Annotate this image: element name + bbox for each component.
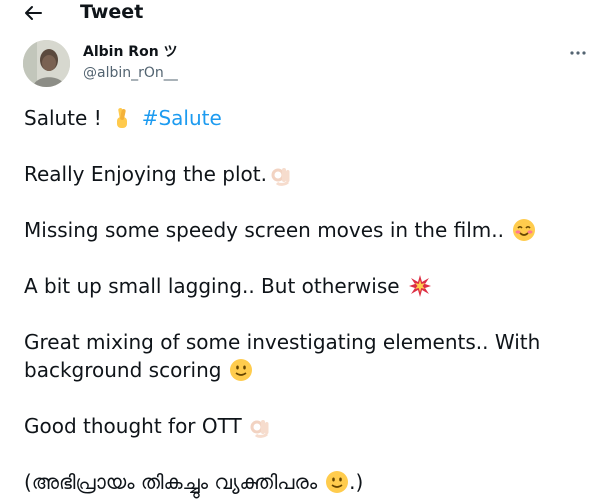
tweet-line-2: Really Enjoying the plot. bbox=[24, 160, 293, 188]
tweet-text: Really Enjoying the plot. bbox=[24, 162, 267, 186]
tweet-text: background scoring bbox=[24, 358, 222, 382]
back-button[interactable] bbox=[20, 0, 46, 26]
hashtag-link[interactable]: #Salute bbox=[142, 104, 222, 132]
tweet-line-3: Missing some speedy screen moves in the … bbox=[24, 216, 536, 244]
avatar-image bbox=[23, 40, 70, 87]
tweet-text-close: .) bbox=[349, 470, 364, 494]
slightly-smiling-face-emoji bbox=[325, 470, 349, 494]
tweet-line-6: Good thought for OTT bbox=[24, 412, 272, 440]
avatar[interactable] bbox=[23, 40, 70, 87]
tweet-line-5a: Great mixing of some investigating eleme… bbox=[24, 328, 540, 356]
ok-hand-emoji bbox=[269, 162, 293, 186]
tweet-text: A bit up small lagging.. But otherwise bbox=[24, 274, 400, 298]
tweet-text-malayalam: (അഭിപ്രായം തികച്ചും വ്യക്തിപരം bbox=[24, 470, 318, 494]
tweet-text: Great mixing of some investigating eleme… bbox=[24, 330, 541, 354]
tweet-line-7: (അഭിപ്രായം തികച്ചും വ്യക്തിപരം .) bbox=[24, 468, 363, 496]
tweet-text: Good thought for OTT bbox=[24, 414, 242, 438]
fingers-crossed-emoji bbox=[110, 106, 134, 130]
ok-hand-emoji bbox=[248, 414, 272, 438]
smiling-face-emoji bbox=[512, 218, 536, 242]
slightly-smiling-face-emoji bbox=[229, 358, 253, 382]
author-handle[interactable]: @albin_rOn__ bbox=[83, 64, 178, 82]
more-options-icon bbox=[570, 51, 586, 55]
tweet-text: Missing some speedy screen moves in the … bbox=[24, 218, 504, 242]
tweet-text-salute: Salute ! bbox=[24, 106, 102, 130]
tweet-line-4: A bit up small lagging.. But otherwise bbox=[24, 272, 432, 300]
author-name[interactable]: Albin Ron ツ bbox=[83, 43, 178, 61]
page-title: Tweet bbox=[80, 1, 144, 23]
tweet-line-5b: background scoring bbox=[24, 356, 253, 384]
collision-emoji bbox=[408, 274, 432, 298]
back-arrow-icon bbox=[25, 6, 42, 20]
tweet-page: Tweet Albin Ron ツ @albin_rOn__ Salute ! bbox=[0, 0, 600, 500]
tweet-line-1: Salute ! #Salute bbox=[24, 104, 222, 132]
more-options-button[interactable] bbox=[566, 44, 590, 62]
top-bar: Tweet bbox=[0, 0, 600, 26]
